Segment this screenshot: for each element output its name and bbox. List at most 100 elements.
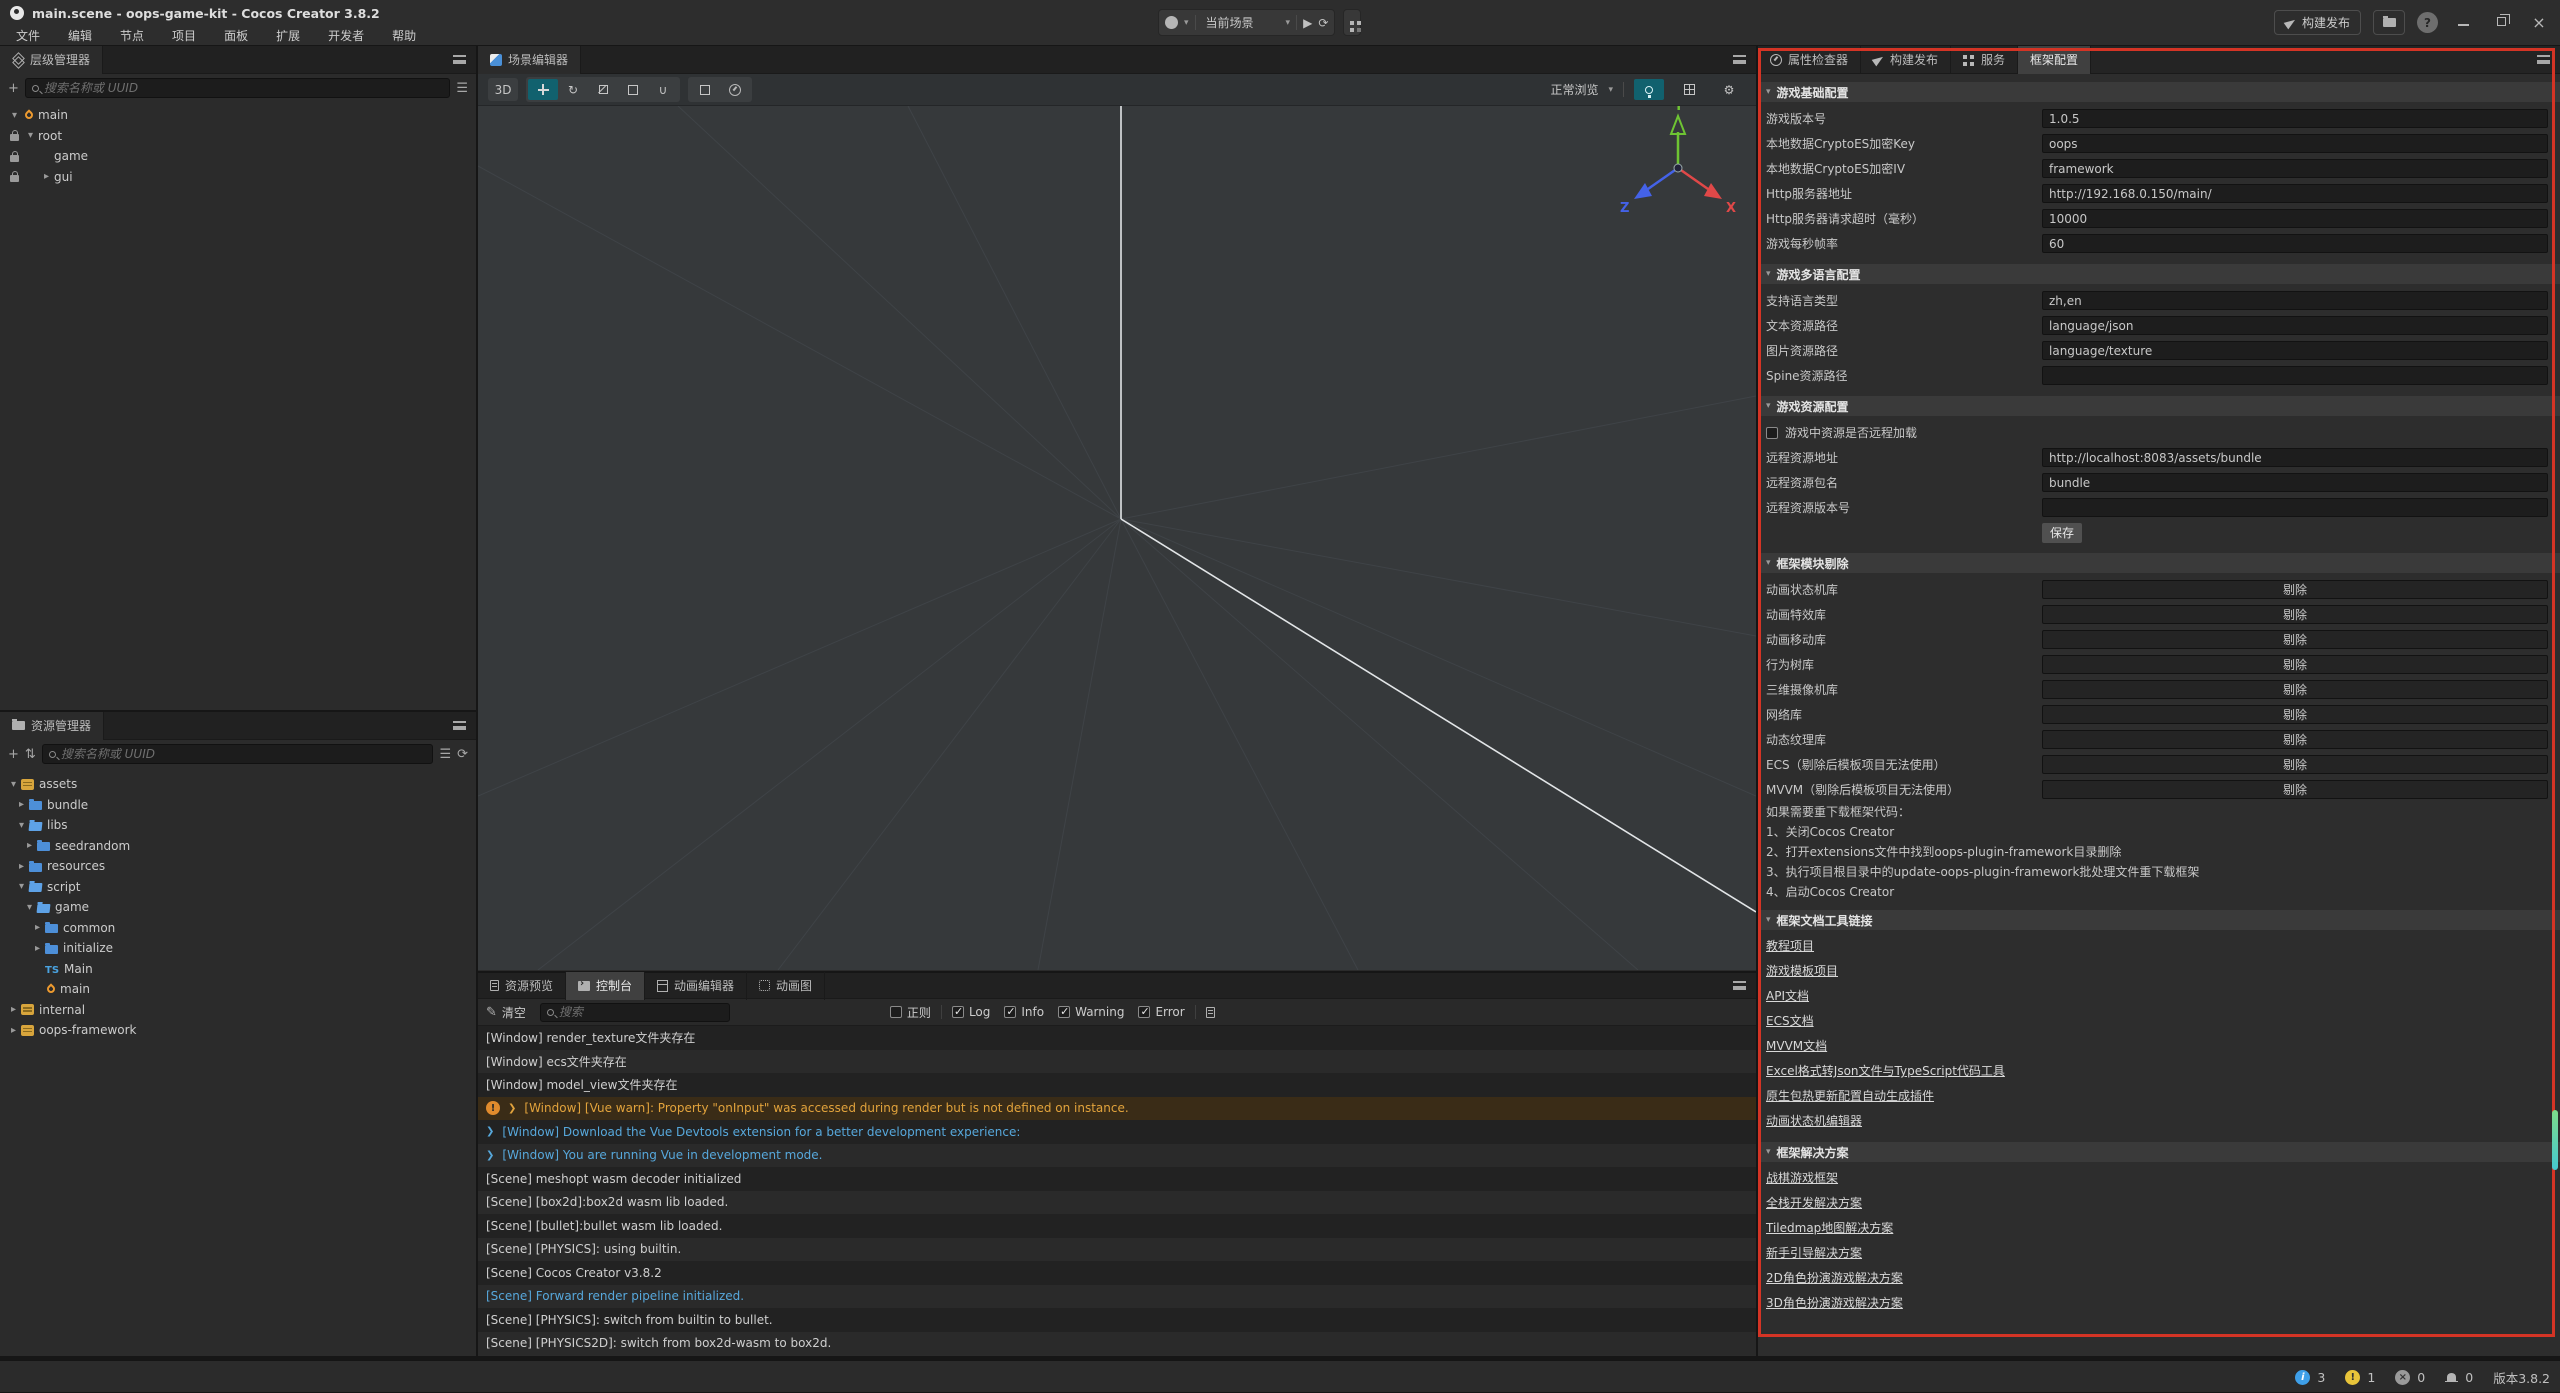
- console-row[interactable]: ! [Window] [Vue warn]: Property "onInput…: [478, 1097, 1756, 1121]
- solution-link[interactable]: Tiledmap地图解决方案: [1758, 1216, 2560, 1241]
- console-row[interactable]: [Window] model_view文件夹存在: [478, 1073, 1756, 1097]
- section-header-basic[interactable]: ▾ 游戏基础配置: [1758, 82, 2560, 102]
- field-input[interactable]: [2042, 291, 2548, 310]
- menu-item[interactable]: 节点: [106, 26, 158, 46]
- open-project-folder-button[interactable]: [2373, 10, 2405, 35]
- asset-node[interactable]: assets: [0, 774, 476, 795]
- inspector-tab[interactable]: 构建发布: [1861, 46, 1951, 74]
- doc-link[interactable]: API文档: [1758, 984, 2560, 1009]
- mode-3d-button[interactable]: 3D: [488, 78, 518, 101]
- expand-arrow-icon[interactable]: [6, 1004, 21, 1015]
- lighting-toggle-button[interactable]: [1634, 79, 1664, 100]
- hierarchy-node[interactable]: gui: [0, 167, 476, 188]
- remove-module-button[interactable]: 剔除: [2042, 580, 2548, 599]
- expand-arrow-icon[interactable]: [39, 171, 54, 182]
- inspector-tab[interactable]: 框架配置: [2018, 46, 2091, 74]
- field-input[interactable]: [2042, 159, 2548, 178]
- asset-node[interactable]: initialize: [0, 938, 476, 959]
- section-header-language[interactable]: ▾ 游戏多语言配置: [1758, 264, 2560, 284]
- field-input[interactable]: [2042, 316, 2548, 335]
- scene-caret-icon[interactable]: ▾: [1286, 18, 1291, 28]
- menu-item[interactable]: 扩展: [262, 26, 314, 46]
- solution-link[interactable]: 全栈开发解决方案: [1758, 1191, 2560, 1216]
- filter-checkbox[interactable]: Info: [1004, 1005, 1044, 1019]
- expand-arrow-icon[interactable]: [14, 820, 29, 831]
- console-search[interactable]: [540, 1003, 730, 1022]
- panel-menu-icon[interactable]: [1733, 981, 1746, 990]
- error-count-icon[interactable]: ×: [2395, 1370, 2410, 1385]
- solution-link[interactable]: 战棋游戏框架: [1758, 1166, 2560, 1191]
- platform-icon[interactable]: [1165, 16, 1178, 29]
- remove-module-button[interactable]: 剔除: [2042, 605, 2548, 624]
- asset-node[interactable]: internal: [0, 1000, 476, 1021]
- inspector-tab[interactable]: 服务: [1951, 46, 2018, 74]
- help-button[interactable]: ?: [2417, 12, 2438, 33]
- asset-node[interactable]: common: [0, 918, 476, 939]
- scene-select-dropdown[interactable]: 当前场景: [1202, 14, 1280, 31]
- scene-viewport[interactable]: Y X Z: [478, 106, 1756, 970]
- solution-link[interactable]: 新手引导解决方案: [1758, 1241, 2560, 1266]
- section-header-docs[interactable]: ▾ 框架文档工具链接: [1758, 910, 2560, 930]
- console-row[interactable]: [Scene] [bullet]:bullet wasm lib loaded.: [478, 1214, 1756, 1238]
- filter-list-icon[interactable]: ☰: [456, 81, 468, 96]
- expand-chevron-icon[interactable]: [486, 1126, 494, 1137]
- expand-arrow-icon[interactable]: [14, 881, 29, 892]
- warning-count-icon[interactable]: !: [2345, 1370, 2360, 1385]
- expand-chevron-icon[interactable]: [508, 1103, 516, 1114]
- window-maximize-button[interactable]: [2488, 15, 2514, 30]
- console-tab[interactable]: 动画编辑器: [645, 972, 747, 1000]
- bell-icon[interactable]: [2447, 1373, 2456, 1381]
- restart-button[interactable]: ⟳: [1318, 16, 1328, 30]
- field-input[interactable]: [2042, 448, 2548, 467]
- expand-arrow-icon[interactable]: [23, 130, 38, 141]
- rotate-tool-button[interactable]: ↻: [558, 79, 588, 100]
- console-row[interactable]: [Scene] [PHYSICS]: switch from builtin t…: [478, 1308, 1756, 1332]
- tab-hierarchy[interactable]: 层级管理器: [0, 46, 103, 74]
- add-asset-button[interactable]: +: [8, 747, 19, 762]
- remote-load-checkbox[interactable]: 游戏中资源是否远程加载: [1758, 420, 2560, 445]
- remove-module-button[interactable]: 剔除: [2042, 630, 2548, 649]
- console-tab[interactable]: 控制台: [566, 972, 645, 1000]
- filter-list-icon[interactable]: ☰: [439, 747, 451, 762]
- expand-arrow-icon[interactable]: [14, 861, 29, 872]
- hierarchy-node[interactable]: game: [0, 146, 476, 167]
- scrollbar-thumb[interactable]: [2552, 1110, 2558, 1170]
- view-mode-caret-icon[interactable]: ▾: [1608, 85, 1613, 95]
- section-header-modules[interactable]: ▾ 框架模块剔除: [1758, 553, 2560, 573]
- field-input[interactable]: [2042, 366, 2548, 385]
- console-row[interactable]: [Window] You are running Vue in developm…: [478, 1144, 1756, 1168]
- field-input[interactable]: [2042, 109, 2548, 128]
- transform-tool-button[interactable]: ∪: [648, 79, 678, 100]
- axis-gizmo[interactable]: Y X Z: [1620, 106, 1736, 216]
- asset-node[interactable]: seedrandom: [0, 836, 476, 857]
- tab-scene-editor[interactable]: 场景编辑器: [478, 46, 581, 74]
- regex-checkbox[interactable]: 正则: [890, 1004, 931, 1021]
- remove-module-button[interactable]: 剔除: [2042, 780, 2548, 799]
- asset-node[interactable]: libs: [0, 815, 476, 836]
- hierarchy-search-input[interactable]: [44, 81, 443, 95]
- console-row[interactable]: [Scene] [PHYSICS2D]: switch from box2d-w…: [478, 1332, 1756, 1356]
- expand-arrow-icon[interactable]: [30, 922, 45, 933]
- remove-module-button[interactable]: 剔除: [2042, 755, 2548, 774]
- hierarchy-search[interactable]: [25, 78, 450, 98]
- hierarchy-node[interactable]: main: [0, 105, 476, 126]
- console-row[interactable]: [Scene] [PHYSICS]: using builtin.: [478, 1238, 1756, 1262]
- scale-tool-button[interactable]: [588, 79, 618, 100]
- menu-item[interactable]: 编辑: [54, 26, 106, 46]
- doc-link[interactable]: 游戏模板项目: [1758, 959, 2560, 984]
- menu-item[interactable]: 帮助: [378, 26, 430, 46]
- field-input[interactable]: [2042, 184, 2548, 203]
- doc-link[interactable]: Excel格式转Json文件与TypeScript代码工具: [1758, 1059, 2560, 1084]
- expand-arrow-icon[interactable]: [22, 902, 37, 913]
- doc-link[interactable]: ECS文档: [1758, 1009, 2560, 1034]
- remove-module-button[interactable]: 剔除: [2042, 705, 2548, 724]
- move-tool-button[interactable]: [528, 79, 558, 100]
- expand-arrow-icon[interactable]: [6, 1025, 21, 1036]
- expand-arrow-icon[interactable]: [6, 779, 21, 790]
- section-header-resources[interactable]: ▾ 游戏资源配置: [1758, 396, 2560, 416]
- doc-link[interactable]: 教程项目: [1758, 934, 2560, 959]
- console-row[interactable]: [Scene] Cocos Creator v3.8.2: [478, 1261, 1756, 1285]
- console-row[interactable]: [Scene] [box2d]:box2d wasm lib loaded.: [478, 1191, 1756, 1215]
- grid-toggle-button[interactable]: [1674, 79, 1704, 100]
- panel-menu-icon[interactable]: [453, 55, 466, 64]
